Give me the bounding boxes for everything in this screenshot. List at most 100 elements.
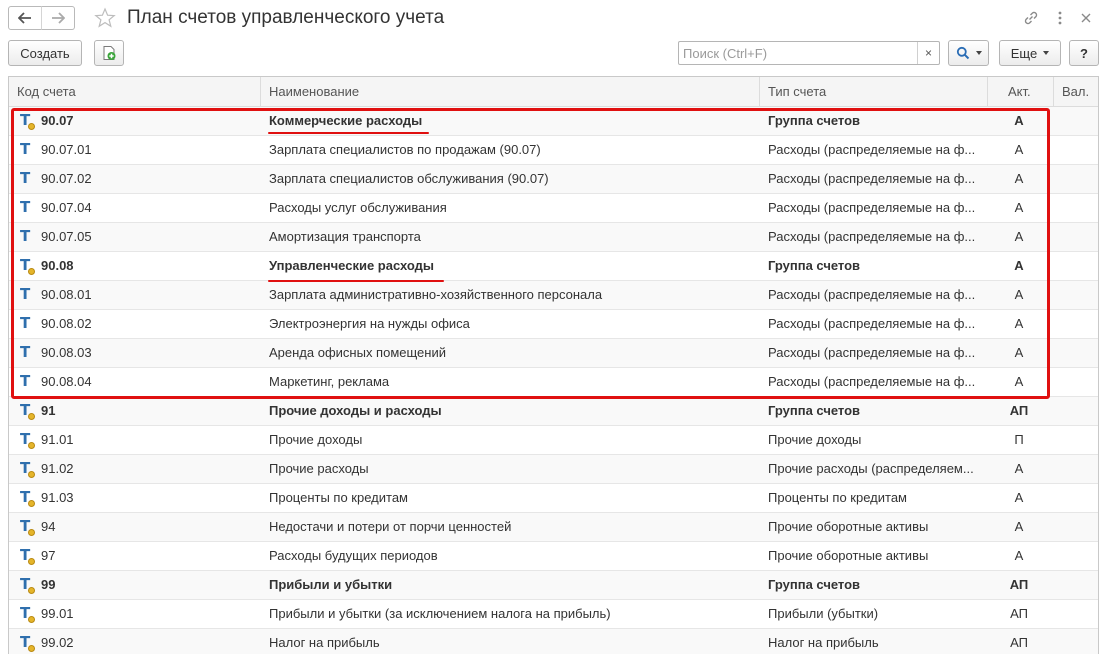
table-row[interactable]: T 90.08.03 Аренда офисных помещений Расходы…: [9, 339, 1098, 368]
column-header-code[interactable]: Код счета: [9, 77, 261, 107]
back-button[interactable]: [8, 6, 42, 30]
account-type: Группа счетов: [768, 403, 861, 418]
account-name: Зарплата специалистов по продажам (90.07…: [269, 142, 541, 157]
column-header-type[interactable]: Тип счета: [760, 77, 988, 107]
account-activity: А: [1014, 316, 1024, 331]
table-row[interactable]: T 99.02 Налог на прибыль Налог на прибыль АП: [9, 629, 1098, 654]
table-row[interactable]: T 90.07.04 Расходы услуг обслуживания Расхо…: [9, 194, 1098, 223]
account-code: 91.02: [41, 461, 74, 476]
page-title: План счетов управленческого учета: [127, 7, 445, 28]
account-currency: [1054, 513, 1098, 541]
add-button[interactable]: [94, 40, 124, 66]
account-icon-cell: T: [19, 281, 39, 309]
account-icon-cell: T: [19, 397, 39, 425]
table-row[interactable]: T 90.07 Коммерческие расходы Группа счетов А: [9, 107, 1098, 136]
account-currency: [1054, 281, 1098, 309]
table-row[interactable]: T 91.01 Прочие доходы Прочие доходы П: [9, 426, 1098, 455]
table-row[interactable]: T 90.08.01 Зарплата административно-хозяйс…: [9, 281, 1098, 310]
search-input[interactable]: [679, 42, 917, 64]
table-row[interactable]: T 91 Прочие доходы и расходы Группа счетов А…: [9, 397, 1098, 426]
table-row[interactable]: T 90.07.05 Амортизация транспорта Расходы (…: [9, 223, 1098, 252]
account-icon-cell: T: [19, 571, 39, 599]
account-type: Расходы (распределяемые на ф...: [768, 316, 976, 331]
account-currency: [1054, 455, 1098, 483]
account-name: Зарплата специалистов обслуживания (90.0…: [269, 171, 549, 186]
account-icon-cell: T: [19, 513, 39, 541]
account-code: 90.08.01: [41, 287, 92, 302]
menu-button[interactable]: [1050, 8, 1070, 28]
account-currency: [1054, 252, 1098, 280]
account-code: 90.07.04: [41, 200, 92, 215]
table-row[interactable]: T 94 Недостачи и потери от порчи ценностей…: [9, 513, 1098, 542]
forward-button[interactable]: [41, 6, 75, 30]
account-t-icon: T: [20, 198, 31, 216]
table-row[interactable]: T 97 Расходы будущих периодов Прочие оборот…: [9, 542, 1098, 571]
account-activity: П: [1014, 432, 1024, 447]
account-type: Проценты по кредитам: [768, 490, 907, 505]
link-icon: [1024, 11, 1038, 25]
account-activity: А: [1014, 229, 1024, 244]
search-clear-button[interactable]: ×: [917, 42, 939, 64]
account-currency: [1054, 368, 1098, 396]
account-currency: [1054, 310, 1098, 338]
help-button[interactable]: ?: [1069, 40, 1099, 66]
account-type: Прочие расходы (распределяем...: [768, 461, 974, 476]
table-row[interactable]: T 99 Прибыли и убытки Группа счетов АП: [9, 571, 1098, 600]
account-code: 99.01: [41, 606, 74, 621]
account-code: 91: [41, 403, 56, 418]
account-activity: А: [1014, 287, 1024, 302]
column-header-name[interactable]: Наименование: [261, 77, 760, 107]
account-currency: [1054, 542, 1098, 570]
more-vertical-icon: [1058, 11, 1062, 25]
account-currency: [1054, 136, 1098, 164]
more-button[interactable]: Еще: [999, 40, 1061, 66]
account-currency: [1054, 397, 1098, 425]
table-row[interactable]: T 90.07.01 Зарплата специалистов по продаж…: [9, 136, 1098, 165]
link-button[interactable]: [1021, 8, 1041, 28]
table-row[interactable]: T 90.08.02 Электроэнергия на нужды офиса Ра…: [9, 310, 1098, 339]
table-row[interactable]: T 90.08 Управленческие расходы Группа счето…: [9, 252, 1098, 281]
account-icon-cell: T: [19, 484, 39, 512]
table-row[interactable]: T 90.08.04 Маркетинг, реклама Расходы (расп…: [9, 368, 1098, 397]
account-currency: [1054, 426, 1098, 454]
account-activity: А: [1014, 258, 1024, 273]
account-activity: АП: [1009, 577, 1029, 592]
account-icon-cell: T: [19, 223, 39, 251]
account-code: 91.03: [41, 490, 74, 505]
account-name: Недостачи и потери от порчи ценностей: [269, 519, 512, 534]
account-name: Управленческие расходы: [269, 258, 435, 273]
column-header-akt[interactable]: Акт.: [988, 77, 1054, 107]
account-type: Группа счетов: [768, 577, 861, 592]
account-name: Расходы будущих периодов: [269, 548, 438, 563]
search-button[interactable]: [948, 40, 989, 66]
account-type: Расходы (распределяемые на ф...: [768, 171, 976, 186]
favorite-button[interactable]: [93, 6, 117, 30]
account-icon-cell: T: [19, 426, 39, 454]
account-name: Прибыли и убытки: [269, 577, 393, 592]
account-currency: [1054, 600, 1098, 628]
account-icon-cell: T: [19, 542, 39, 570]
table-row[interactable]: T 90.07.02 Зарплата специалистов обслужива…: [9, 165, 1098, 194]
star-icon: [94, 7, 116, 28]
account-name: Коммерческие расходы: [269, 113, 423, 128]
arrow-left-icon: [18, 12, 31, 24]
close-button[interactable]: [1076, 8, 1096, 28]
create-button[interactable]: Создать: [8, 40, 82, 66]
account-t-icon: T: [19, 484, 39, 512]
account-t-icon: T: [20, 314, 31, 332]
account-t-icon: T: [19, 455, 39, 483]
account-t-icon: T: [19, 426, 39, 454]
account-icon-cell: T: [19, 455, 39, 483]
table-row[interactable]: T 91.03 Проценты по кредитам Проценты по кр…: [9, 484, 1098, 513]
account-t-icon: T: [19, 513, 39, 541]
account-type: Расходы (распределяемые на ф...: [768, 142, 976, 157]
account-t-icon: T: [20, 285, 31, 303]
account-type: Налог на прибыль: [768, 635, 879, 650]
column-header-val[interactable]: Вал.: [1054, 77, 1098, 107]
table-row[interactable]: T 99.01 Прибыли и убытки (за исключением н…: [9, 600, 1098, 629]
table-row[interactable]: T 91.02 Прочие расходы Прочие расходы (расп…: [9, 455, 1098, 484]
account-type: Расходы (распределяемые на ф...: [768, 200, 976, 215]
account-activity: А: [1014, 461, 1024, 476]
account-type: Расходы (распределяемые на ф...: [768, 374, 976, 389]
account-name: Зарплата административно-хозяйственного …: [269, 287, 603, 302]
